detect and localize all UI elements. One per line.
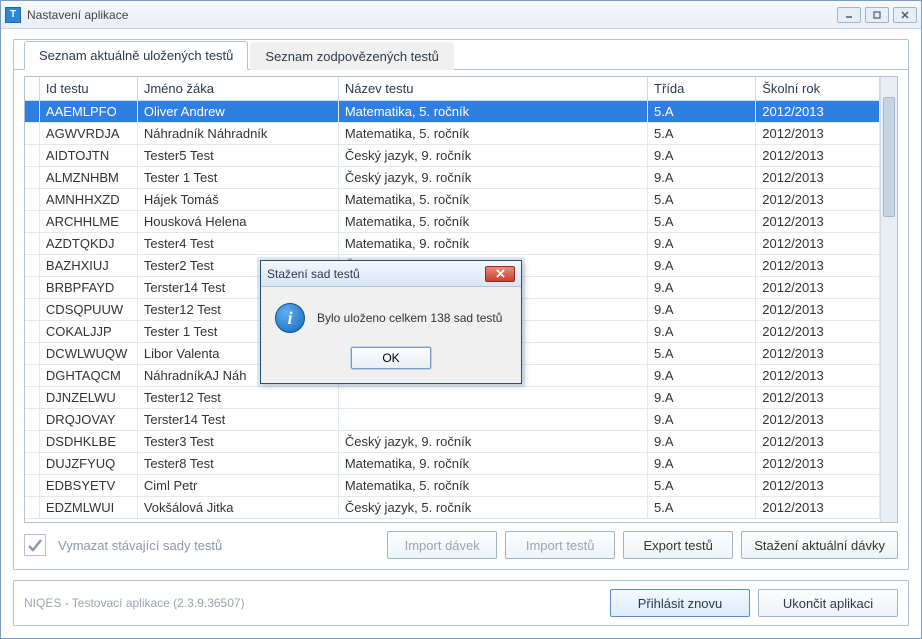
minimize-button[interactable]: [837, 7, 861, 23]
table-row[interactable]: DRQJOVAYTerster14 Test9.A2012/2013: [25, 409, 880, 431]
col-lead: [25, 77, 39, 101]
footer-version: NIQES - Testovací aplikace (2.3.9.36507): [24, 596, 245, 610]
export-tests-button[interactable]: Export testů: [623, 531, 733, 559]
col-name[interactable]: Jméno žáka: [137, 77, 338, 101]
dialog-close-button[interactable]: [485, 266, 515, 282]
info-dialog: Stažení sad testů i Bylo uloženo celkem …: [260, 260, 522, 384]
dialog-title: Stažení sad testů: [267, 267, 360, 281]
table-row[interactable]: AMNHHXZDHájek TomášMatematika, 5. ročník…: [25, 189, 880, 211]
table-row[interactable]: DSDHKLBETester3 TestČeský jazyk, 9. ročn…: [25, 431, 880, 453]
col-class[interactable]: Třída: [648, 77, 756, 101]
relogin-button[interactable]: Přihlásit znovu: [610, 589, 750, 617]
col-test[interactable]: Název testu: [338, 77, 647, 101]
tab-answered-tests[interactable]: Seznam zodpovězených testů: [250, 42, 453, 70]
app-icon: T: [5, 7, 21, 23]
delete-existing-checkbox[interactable]: [24, 534, 46, 556]
info-icon: i: [275, 303, 305, 333]
vertical-scrollbar[interactable]: [880, 77, 897, 522]
delete-existing-label: Vymazat stávající sady testů: [58, 538, 222, 553]
exit-app-button[interactable]: Ukončit aplikaci: [758, 589, 898, 617]
dialog-ok-button[interactable]: OK: [351, 347, 431, 369]
maximize-button[interactable]: [865, 7, 889, 23]
download-current-batch-button[interactable]: Stažení aktuální dávky: [741, 531, 898, 559]
table-row[interactable]: AAEMLPFOOliver AndrewMatematika, 5. ročn…: [25, 101, 880, 123]
table-row[interactable]: EDZMLWUIVokšálová JitkaČeský jazyk, 5. r…: [25, 497, 880, 519]
tabs: Seznam aktuálně uložených testů Seznam z…: [14, 40, 908, 70]
window-title: Nastavení aplikace: [27, 8, 128, 22]
check-icon: [26, 536, 44, 554]
table-row[interactable]: AGWVRDJANáhradník NáhradníkMatematika, 5…: [25, 123, 880, 145]
scrollbar-thumb[interactable]: [883, 97, 895, 217]
table-row[interactable]: ALMZNHBMTester 1 TestČeský jazyk, 9. roč…: [25, 167, 880, 189]
table-row[interactable]: ARCHHLMEHousková HelenaMatematika, 5. ro…: [25, 211, 880, 233]
import-tests-button[interactable]: Import testů: [505, 531, 615, 559]
table-row[interactable]: AIDTOJTNTester5 TestČeský jazyk, 9. ročn…: [25, 145, 880, 167]
app-window: T Nastavení aplikace Seznam aktuálně ulo…: [0, 0, 922, 639]
table-row[interactable]: DUJZFYUQTester8 TestMatematika, 9. roční…: [25, 453, 880, 475]
table-row[interactable]: EDBSYETVCiml PetrMatematika, 5. ročník5.…: [25, 475, 880, 497]
close-button[interactable]: [893, 7, 917, 23]
import-batches-button[interactable]: Import dávek: [387, 531, 497, 559]
col-year[interactable]: Školní rok: [756, 77, 880, 101]
tab-saved-tests[interactable]: Seznam aktuálně uložených testů: [24, 41, 248, 70]
table-row[interactable]: DJNZELWUTester12 Test9.A2012/2013: [25, 387, 880, 409]
table-row[interactable]: AZDTQKDJTester4 TestMatematika, 9. roční…: [25, 233, 880, 255]
col-id[interactable]: Id testu: [39, 77, 137, 101]
titlebar: T Nastavení aplikace: [1, 1, 921, 29]
dialog-message: Bylo uloženo celkem 138 sad testů: [317, 311, 502, 325]
close-icon: [496, 269, 505, 278]
